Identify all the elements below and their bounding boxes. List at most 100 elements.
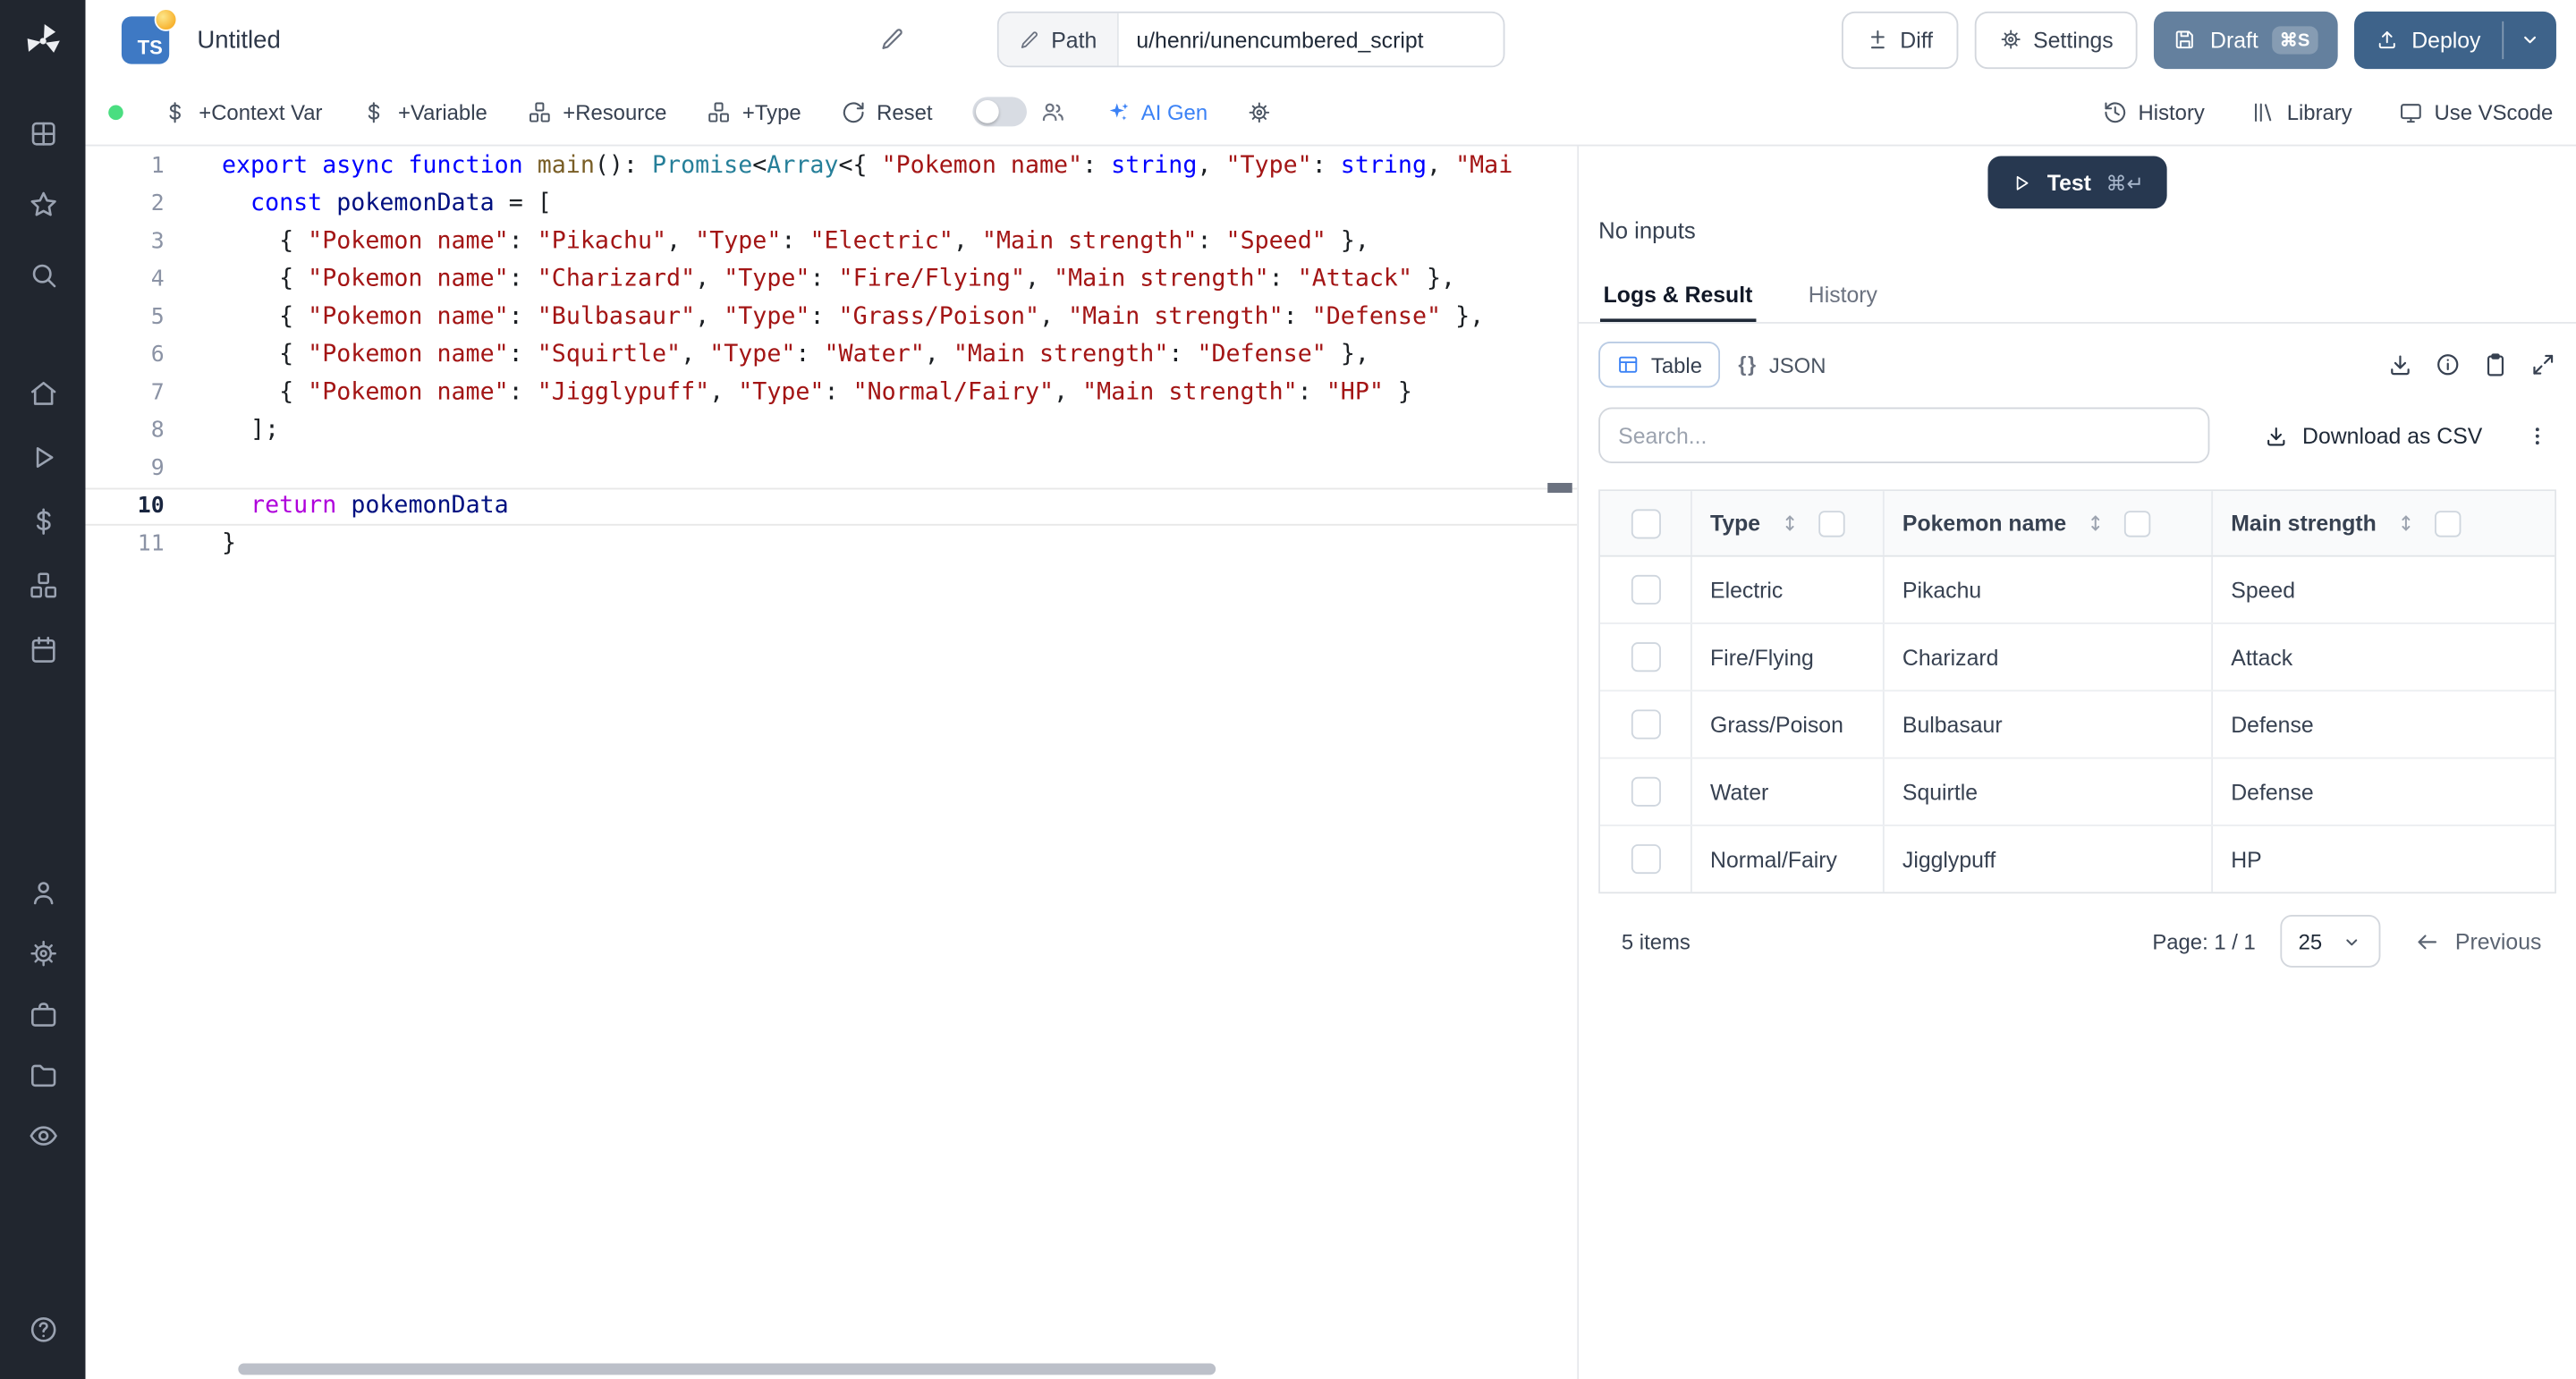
test-button[interactable]: Test ⌘↵: [1988, 156, 2167, 208]
editor-settings-button[interactable]: [1247, 99, 1272, 124]
code-line[interactable]: 4 { "Pokemon name": "Charizard", "Type":…: [86, 261, 1578, 299]
sidebar-item-favorites[interactable]: [13, 179, 72, 228]
column-checkbox[interactable]: [1818, 510, 1843, 536]
column-checkbox[interactable]: [2123, 510, 2149, 536]
info-icon[interactable]: [2435, 351, 2461, 377]
code-line[interactable]: 9: [86, 450, 1578, 487]
table-row[interactable]: WaterSquirtleDefense: [1600, 759, 2555, 826]
download-csv-button[interactable]: Download as CSV: [2255, 421, 2493, 449]
download-icon[interactable]: [2387, 351, 2413, 377]
add-variable-button[interactable]: +Variable: [362, 99, 487, 124]
sidebar-item-users[interactable]: [13, 867, 72, 917]
table-cell[interactable]: Defense: [2213, 691, 2555, 757]
deploy-button[interactable]: Deploy: [2354, 11, 2556, 68]
sidebar-item-resources[interactable]: [13, 560, 72, 609]
code-line[interactable]: 10 return pokemonData: [86, 488, 1578, 526]
previous-page-button[interactable]: Previous: [2406, 927, 2552, 955]
column-header[interactable]: Main strength: [2213, 491, 2555, 555]
tab-logs-result[interactable]: Logs & Result: [1600, 271, 1756, 322]
reset-button[interactable]: Reset: [841, 99, 933, 124]
diff-button[interactable]: Diff: [1841, 11, 1957, 68]
sort-icon[interactable]: [2394, 512, 2416, 534]
path-label-chip[interactable]: Path: [998, 13, 1118, 66]
sidebar-item-folders[interactable]: [13, 1050, 72, 1099]
horizontal-scrollbar[interactable]: [238, 1363, 1216, 1375]
sidebar-item-search[interactable]: [13, 250, 72, 299]
sidebar-item-runs[interactable]: [13, 432, 72, 481]
code-line[interactable]: 3 { "Pokemon name": "Pikachu", "Type": "…: [86, 224, 1578, 261]
column-header[interactable]: Type: [1692, 491, 1885, 555]
table-cell[interactable]: Pikachu: [1885, 557, 2213, 622]
table-row[interactable]: Fire/FlyingCharizardAttack: [1600, 624, 2555, 691]
search-input[interactable]: [1598, 408, 2209, 463]
draft-button[interactable]: Draft ⌘S: [2155, 11, 2338, 68]
add-type-button[interactable]: +Type: [707, 99, 801, 124]
tab-history[interactable]: History: [1805, 271, 1881, 322]
sort-icon[interactable]: [1778, 512, 1800, 534]
sidebar-item-home[interactable]: [13, 368, 72, 417]
row-checkbox[interactable]: [1631, 709, 1660, 739]
code-line[interactable]: 5 { "Pokemon name": "Bulbasaur", "Type":…: [86, 299, 1578, 336]
sidebar-item-variables[interactable]: [13, 496, 72, 546]
page-size-select[interactable]: 25: [2280, 915, 2381, 968]
add-context-var-button[interactable]: +Context Var: [163, 99, 323, 124]
code-line[interactable]: 8 ];: [86, 412, 1578, 450]
column-header[interactable]: Pokemon name: [1885, 491, 2213, 555]
add-resource-button[interactable]: +Resource: [527, 99, 667, 124]
table-cell[interactable]: Charizard: [1885, 624, 2213, 690]
code-line[interactable]: 7 { "Pokemon name": "Jigglypuff", "Type"…: [86, 375, 1578, 412]
windmill-logo-icon[interactable]: [21, 20, 64, 63]
test-label: Test: [2047, 170, 2091, 195]
row-checkbox[interactable]: [1631, 642, 1660, 672]
sidebar-item-schedules[interactable]: [13, 624, 72, 673]
code-line[interactable]: 1export async function main(): Promise<A…: [86, 148, 1578, 185]
code-line[interactable]: 6 { "Pokemon name": "Squirtle", "Type": …: [86, 337, 1578, 375]
table-cell[interactable]: Squirtle: [1885, 759, 2213, 825]
code-editor[interactable]: 1export async function main(): Promise<A…: [86, 146, 1578, 1379]
ai-gen-button[interactable]: AI Gen: [1105, 99, 1208, 124]
sidebar-item-help[interactable]: [13, 1304, 72, 1353]
table-cell[interactable]: HP: [2213, 826, 2555, 892]
view-toggle-table[interactable]: Table: [1598, 342, 1720, 387]
table-cell[interactable]: Electric: [1692, 557, 1885, 622]
sidebar-item-workers[interactable]: [13, 989, 72, 1038]
expand-icon[interactable]: [2530, 351, 2556, 377]
settings-button[interactable]: Settings: [1974, 11, 2138, 68]
history-button[interactable]: History: [2102, 99, 2205, 124]
table-cell[interactable]: Defense: [2213, 759, 2555, 825]
table-cell[interactable]: Fire/Flying: [1692, 624, 1885, 690]
table-cell[interactable]: Attack: [2213, 624, 2555, 690]
sort-icon[interactable]: [2084, 512, 2106, 534]
deploy-main[interactable]: Deploy: [2354, 11, 2502, 68]
download-icon: [2265, 423, 2290, 448]
column-checkbox[interactable]: [2434, 510, 2460, 536]
view-toggle-json[interactable]: {} JSON: [1720, 342, 1844, 387]
previous-label: Previous: [2455, 929, 2541, 954]
table-cell[interactable]: Speed: [2213, 557, 2555, 622]
table-cell[interactable]: Normal/Fairy: [1692, 826, 1885, 892]
library-button[interactable]: Library: [2250, 99, 2351, 124]
table-menu-button[interactable]: [2521, 419, 2553, 451]
row-checkbox[interactable]: [1631, 777, 1660, 807]
deploy-dropdown-button[interactable]: [2504, 11, 2556, 68]
table-row[interactable]: Normal/FairyJigglypuffHP: [1600, 826, 2555, 892]
multiplayer-toggle[interactable]: [972, 97, 1027, 126]
path-input[interactable]: [1118, 13, 1503, 66]
select-all-checkbox[interactable]: [1631, 508, 1660, 537]
table-cell[interactable]: Grass/Poison: [1692, 691, 1885, 757]
row-checkbox[interactable]: [1631, 575, 1660, 605]
table-cell[interactable]: Jigglypuff: [1885, 826, 2213, 892]
sidebar-item-audit-logs[interactable]: [13, 1111, 72, 1160]
code-line[interactable]: 2 const pokemonData = [: [86, 186, 1578, 224]
table-row[interactable]: Grass/PoisonBulbasaurDefense: [1600, 691, 2555, 758]
table-cell[interactable]: Bulbasaur: [1885, 691, 2213, 757]
edit-summary-button[interactable]: [872, 20, 911, 59]
clipboard-icon[interactable]: [2482, 351, 2508, 377]
use-vscode-button[interactable]: Use VScode: [2398, 99, 2553, 124]
sidebar-item-settings[interactable]: [13, 928, 72, 977]
code-line[interactable]: 11}: [86, 526, 1578, 563]
row-checkbox[interactable]: [1631, 844, 1660, 874]
sidebar-item-apps[interactable]: [13, 108, 72, 157]
table-row[interactable]: ElectricPikachuSpeed: [1600, 557, 2555, 624]
table-cell[interactable]: Water: [1692, 759, 1885, 825]
